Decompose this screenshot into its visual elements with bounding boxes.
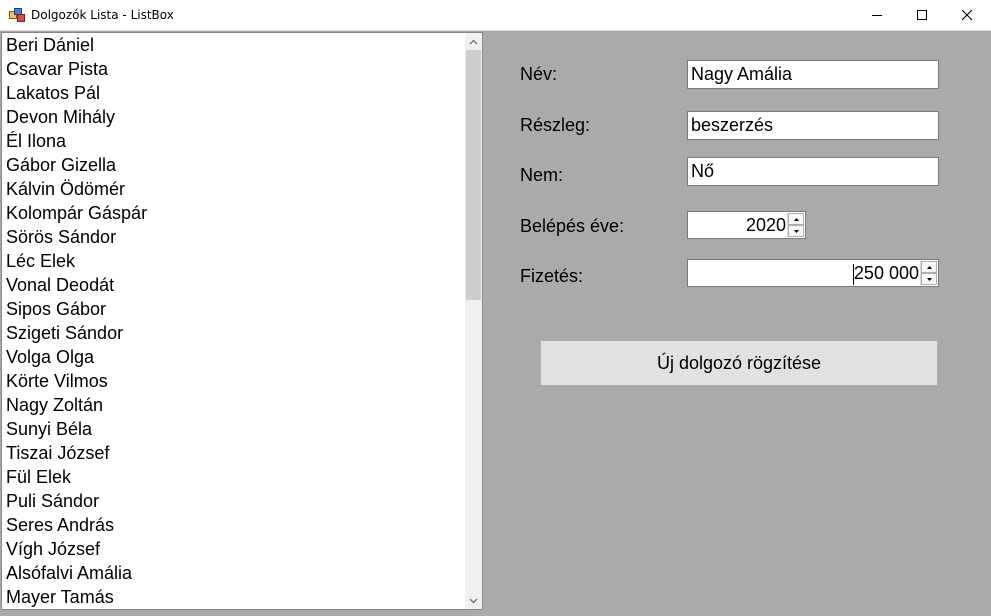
list-item[interactable]: Mayer Tamás (2, 585, 465, 609)
name-field[interactable]: Nagy Amália (687, 60, 939, 89)
list-item[interactable]: Puli Sándor (2, 489, 465, 513)
maximize-button[interactable] (899, 0, 945, 30)
entry-year-label: Belépés éve: (520, 216, 625, 236)
salary-value: 250 000 (853, 263, 919, 283)
list-item[interactable]: Nagy Zoltán (2, 393, 465, 417)
scroll-down-button[interactable] (465, 592, 482, 609)
chevron-up-icon (469, 39, 478, 44)
list-item[interactable]: Sunyi Béla (2, 417, 465, 441)
entry-year-stepper[interactable]: 2020 (687, 211, 806, 239)
salary-down-button[interactable] (921, 273, 937, 285)
vertical-scrollbar[interactable] (465, 33, 482, 609)
list-item[interactable]: Volga Olga (2, 345, 465, 369)
entry-year-value: 2020 (745, 215, 786, 235)
list-item[interactable]: Devon Mihály (2, 105, 465, 129)
title-bar: Dolgozók Lista - ListBox (0, 0, 991, 31)
list-item[interactable]: Fül Elek (2, 465, 465, 489)
list-item[interactable]: Vonal Deodát (2, 273, 465, 297)
list-item[interactable]: Léc Elek (2, 249, 465, 273)
employee-listbox[interactable]: Beri Dániel Csavar Pista Lakatos Pál Devon … (1, 32, 483, 610)
minimize-icon (872, 15, 882, 16)
salary-stepper[interactable]: 250 000 (687, 259, 939, 287)
entry-year-down-button[interactable] (788, 225, 804, 237)
name-label: Név: (520, 64, 558, 84)
list-item[interactable]: Él Ilona (2, 129, 465, 153)
list-item[interactable]: Seres András (2, 513, 465, 537)
department-label: Részleg: (520, 115, 591, 135)
list-item[interactable]: Beri Dániel (2, 33, 465, 57)
caret-down-icon (926, 277, 932, 281)
department-field[interactable]: beszerzés (687, 111, 939, 140)
list-item[interactable]: Kálvin Ödömér (2, 177, 465, 201)
list-item[interactable]: Alsófalvi Amália (2, 561, 465, 585)
scroll-thumb[interactable] (466, 50, 481, 300)
list-item[interactable]: Lakatos Pál (2, 81, 465, 105)
list-item[interactable]: Tiszai József (2, 441, 465, 465)
gender-label: Nem: (520, 165, 564, 185)
salary-label: Fizetés: (520, 266, 584, 286)
minimize-button[interactable] (854, 0, 900, 30)
app-icon[interactable] (9, 8, 25, 22)
entry-year-spin-buttons (787, 213, 804, 237)
list-item[interactable]: Kolompár Gáspár (2, 201, 465, 225)
close-button[interactable] (944, 0, 990, 30)
list-item[interactable]: Sörös Sándor (2, 225, 465, 249)
add-employee-button[interactable]: Új dolgozó rögzítése (540, 340, 938, 386)
salary-value-wrap: 250 000 (852, 260, 919, 286)
list-item[interactable]: Sipos Gábor (2, 297, 465, 321)
chevron-down-icon (469, 598, 478, 603)
list-item[interactable]: Gábor Gizella (2, 153, 465, 177)
list-item[interactable]: Vígh József (2, 537, 465, 561)
scroll-up-button[interactable] (465, 33, 482, 50)
salary-spin-buttons (920, 261, 937, 285)
list-item[interactable]: Csavar Pista (2, 57, 465, 81)
caret-down-icon (793, 229, 799, 233)
caret-up-icon (793, 217, 799, 221)
employee-list: Beri Dániel Csavar Pista Lakatos Pál Devon … (2, 33, 465, 609)
caret-up-icon (926, 265, 932, 269)
window-title: Dolgozók Lista - ListBox (31, 8, 174, 22)
salary-up-button[interactable] (921, 261, 937, 273)
list-item[interactable]: Körte Vilmos (2, 369, 465, 393)
gender-field[interactable]: Nő (687, 157, 939, 186)
list-item[interactable]: Szigeti Sándor (2, 321, 465, 345)
entry-year-up-button[interactable] (788, 213, 804, 225)
maximize-icon (917, 10, 927, 20)
close-icon (961, 9, 973, 21)
